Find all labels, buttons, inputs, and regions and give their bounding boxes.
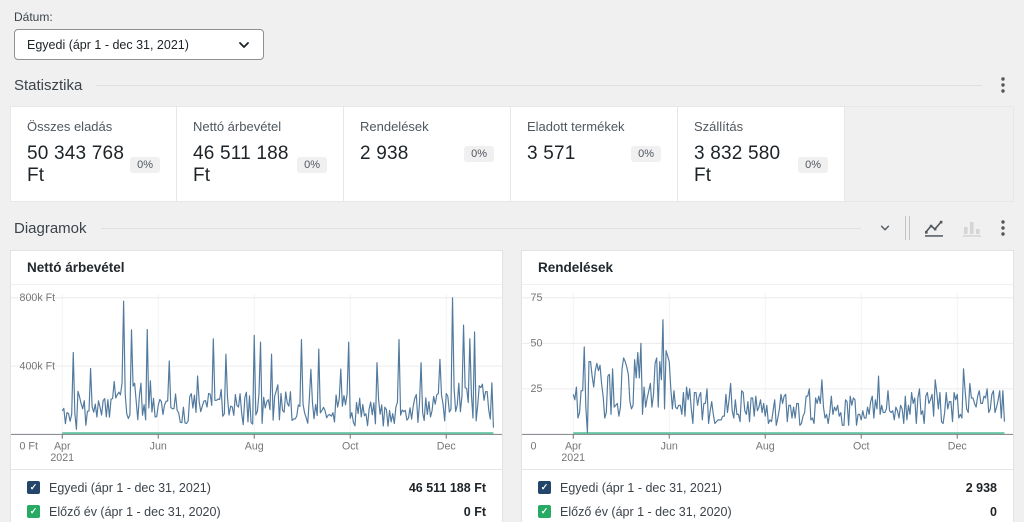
svg-text:Oct: Oct	[853, 440, 870, 452]
kebab-menu-icon	[1000, 219, 1006, 237]
svg-text:Apr: Apr	[54, 440, 71, 452]
stats-menu-button[interactable]	[996, 74, 1010, 96]
chevron-down-icon	[879, 222, 891, 234]
kebab-menu-icon	[1000, 76, 1006, 94]
stat-label: Rendelések	[360, 119, 494, 134]
section-divider	[101, 228, 861, 229]
series-total: 2 938	[966, 481, 997, 495]
charts-section-title: Diagramok	[14, 220, 87, 237]
check-icon: ✓	[541, 483, 549, 492]
svg-text:Jun: Jun	[661, 440, 678, 452]
legend-series-toggle[interactable]: ✓ Előző év (ápr 1 - dec 31, 2020) 0 Ft	[27, 500, 486, 522]
chart-legend: ✓ Egyedi (ápr 1 - dec 31, 2021) 2 938 ✓ …	[522, 469, 1013, 522]
orders-chart-panel: Rendelések 75 50 25 0 Apr2021 Jun Aug Oct Dec ✓ …	[521, 250, 1014, 522]
charts-row: Nettó árbevétel 800k Ft400k Ft0 FtApr202…	[10, 250, 1014, 522]
svg-text:75: 75	[531, 292, 543, 304]
legend-series-toggle[interactable]: ✓ Előző év (ápr 1 - dec 31, 2020) 0	[538, 500, 997, 522]
stat-label: Nettó árbevétel	[193, 119, 327, 134]
stat-label: Összes eladás	[27, 119, 160, 134]
stat-card[interactable]: Szállítás 3 832 580 Ft 0%	[678, 106, 845, 202]
series-label: Egyedi (ápr 1 - dec 31, 2021)	[560, 481, 722, 495]
toolbar-divider	[905, 216, 910, 240]
stat-label: Szállítás	[694, 119, 828, 134]
stat-delta-badge: 0%	[297, 157, 327, 173]
date-filter-label: Dátum:	[14, 10, 1010, 24]
series-checkbox[interactable]: ✓	[538, 505, 551, 518]
stat-label: Eladott termékek	[527, 119, 661, 134]
net-revenue-line-chart[interactable]: 800k Ft 400k Ft 0 Ft Apr2021 Jun Aug Oct Dec	[11, 285, 502, 469]
stat-card[interactable]: Nettó árbevétel 46 511 188 Ft 0%	[177, 106, 344, 202]
stats-summary-row: Összes eladás 50 343 768 Ft 0% Nettó árb…	[10, 106, 1014, 202]
line-chart-icon	[924, 219, 944, 237]
svg-text:Apr: Apr	[565, 440, 582, 452]
stat-delta-badge: 0%	[631, 146, 661, 162]
stat-card[interactable]: Rendelések 2 938 0%	[344, 106, 511, 202]
stat-card[interactable]: Eladott termékek 3 571 0%	[511, 106, 678, 202]
svg-text:Oct: Oct	[342, 440, 359, 452]
orders-line-chart[interactable]: 75 50 25 0 Apr2021 Jun Aug Oct Dec	[522, 285, 1013, 469]
series-label: Előző év (ápr 1 - dec 31, 2020)	[560, 505, 732, 519]
date-range-value: Egyedi (ápr 1 - dec 31, 2021)	[27, 38, 189, 52]
stats-empty-cell	[845, 106, 1014, 202]
series-total: 0 Ft	[464, 505, 486, 519]
stat-value: 50 343 768 Ft	[27, 143, 130, 187]
chart-controls	[875, 216, 1010, 240]
series-checkbox[interactable]: ✓	[27, 481, 40, 494]
series-checkbox[interactable]: ✓	[538, 481, 551, 494]
chevron-down-icon	[237, 38, 251, 52]
stat-value: 2 938	[360, 143, 409, 165]
analytics-dashboard: Dátum: Egyedi (ápr 1 - dec 31, 2021) Sta…	[0, 0, 1024, 522]
series-total: 46 511 188 Ft	[409, 481, 486, 495]
check-icon: ✓	[30, 507, 38, 516]
series-total: 0	[990, 505, 997, 519]
series-checkbox[interactable]: ✓	[27, 505, 40, 518]
net-revenue-chart-panel: Nettó árbevétel 800k Ft 400k Ft 0 Ft Apr202…	[10, 250, 503, 522]
svg-text:800k Ft: 800k Ft	[20, 292, 56, 304]
svg-text:400k Ft: 400k Ft	[20, 360, 56, 372]
stat-value: 46 511 188 Ft	[193, 143, 297, 187]
bar-chart-icon	[962, 219, 982, 237]
charts-section-header: Diagramok	[14, 216, 1010, 240]
series-label: Előző év (ápr 1 - dec 31, 2020)	[49, 505, 221, 519]
svg-text:2021: 2021	[561, 452, 585, 464]
svg-text:25: 25	[531, 383, 543, 395]
stat-delta-badge: 0%	[798, 157, 828, 173]
stats-section-header: Statisztika	[14, 74, 1010, 96]
check-icon: ✓	[541, 507, 549, 516]
svg-text:Dec: Dec	[948, 440, 968, 452]
svg-text:Jun: Jun	[150, 440, 167, 452]
legend-series-toggle[interactable]: ✓ Egyedi (ápr 1 - dec 31, 2021) 46 511 1…	[27, 476, 486, 500]
check-icon: ✓	[30, 483, 38, 492]
charts-menu-button[interactable]	[996, 217, 1010, 239]
legend-series-toggle[interactable]: ✓ Egyedi (ápr 1 - dec 31, 2021) 2 938	[538, 476, 997, 500]
svg-text:Dec: Dec	[437, 440, 457, 452]
stat-value: 3 832 580 Ft	[694, 143, 798, 187]
svg-text:Aug: Aug	[245, 440, 264, 452]
chart-legend: ✓ Egyedi (ápr 1 - dec 31, 2021) 46 511 1…	[11, 469, 502, 522]
section-divider	[96, 85, 982, 86]
svg-text:Aug: Aug	[756, 440, 775, 452]
stat-card[interactable]: Összes eladás 50 343 768 Ft 0%	[10, 106, 177, 202]
svg-text:50: 50	[531, 338, 543, 350]
chart-title: Rendelések	[522, 251, 1013, 285]
stat-value: 3 571	[527, 143, 576, 165]
stats-section-title: Statisztika	[14, 77, 82, 94]
line-chart-toggle[interactable]	[920, 217, 948, 239]
series-label: Egyedi (ápr 1 - dec 31, 2021)	[49, 481, 211, 495]
chart-title: Nettó árbevétel	[11, 251, 502, 285]
date-range-select[interactable]: Egyedi (ápr 1 - dec 31, 2021)	[14, 29, 264, 60]
bar-chart-toggle[interactable]	[958, 217, 986, 239]
svg-text:2021: 2021	[50, 452, 74, 464]
stat-delta-badge: 0%	[130, 157, 160, 173]
interval-select[interactable]	[875, 220, 895, 236]
svg-text:0: 0	[531, 440, 537, 452]
stat-delta-badge: 0%	[464, 146, 494, 162]
svg-text:0 Ft: 0 Ft	[20, 440, 38, 452]
date-filter: Dátum: Egyedi (ápr 1 - dec 31, 2021)	[14, 10, 1010, 60]
